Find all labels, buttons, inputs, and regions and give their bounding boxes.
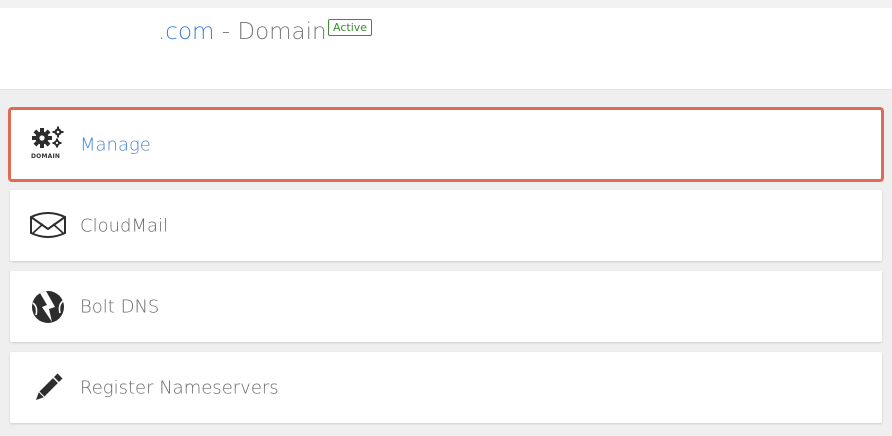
menu-item-label: Manage — [80, 134, 151, 155]
menu-item-label: Bolt DNS — [80, 296, 160, 317]
pencil-icon — [28, 368, 68, 408]
menu-item-register-nameservers[interactable]: Register Nameservers — [10, 352, 882, 423]
menu-item-label: CloudMail — [80, 215, 168, 236]
icon-caption: DOMAIN — [31, 152, 61, 160]
top-strip — [0, 0, 892, 8]
menu-item-bolt-dns[interactable]: Bolt DNS — [10, 271, 882, 342]
domain-name: .com — [158, 19, 215, 45]
envelope-icon — [28, 206, 68, 246]
title-suffix: - Domain — [214, 19, 327, 45]
gears-domain-icon: DOMAIN — [28, 125, 68, 165]
menu-item-label: Register Nameservers — [80, 377, 279, 398]
status-badge: Active — [328, 19, 373, 36]
page-header: .com - Domain Active — [0, 8, 892, 90]
bolt-dns-icon — [28, 287, 68, 327]
page-title: .com - Domain — [158, 18, 327, 46]
service-menu: DOMAIN Manage CloudMail Bolt DNS Registe… — [8, 107, 884, 433]
menu-item-cloudmail[interactable]: CloudMail — [10, 190, 882, 261]
menu-item-manage[interactable]: DOMAIN Manage — [8, 107, 884, 182]
